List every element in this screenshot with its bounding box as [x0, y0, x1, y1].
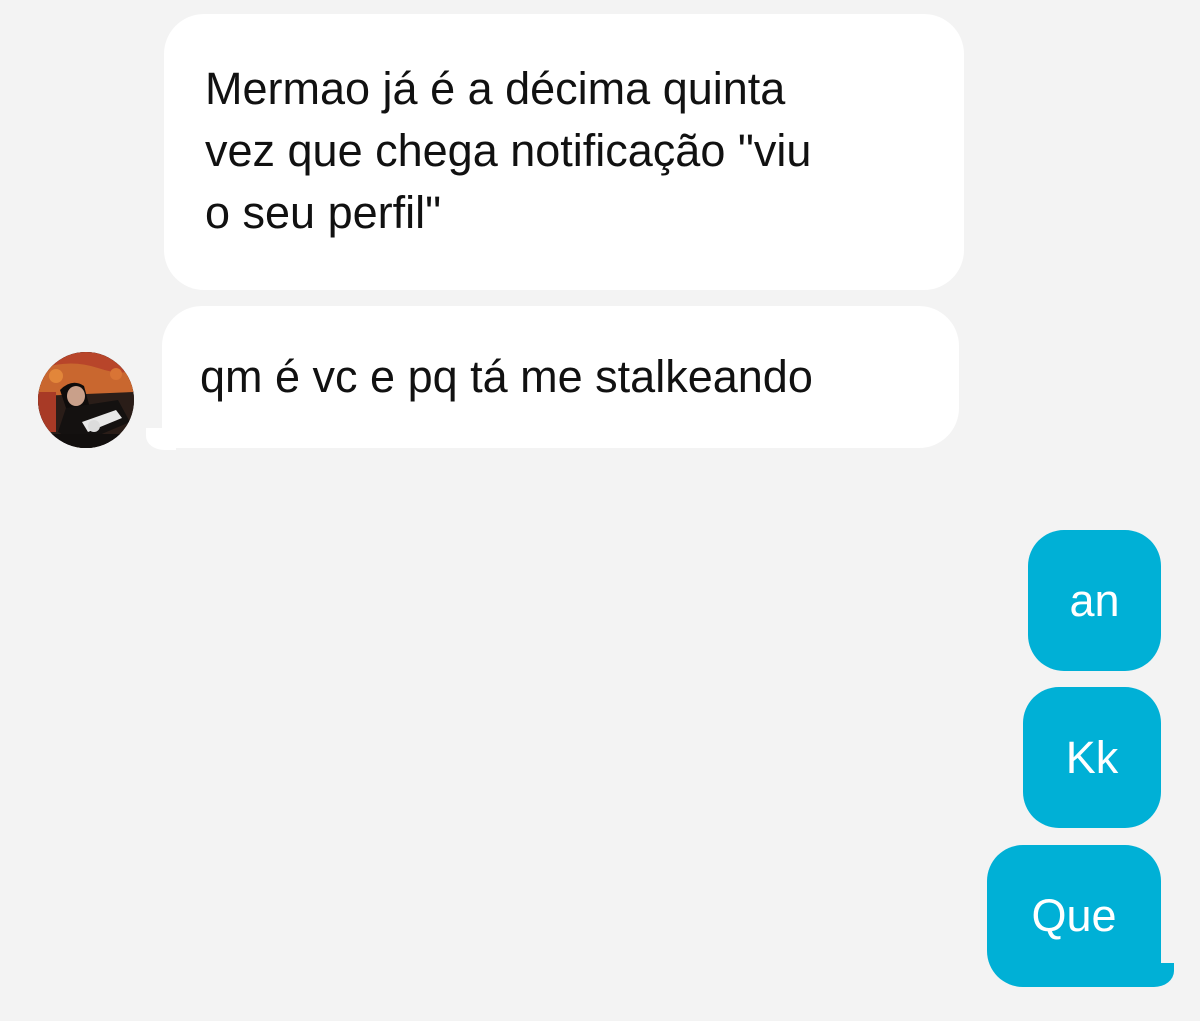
contact-avatar[interactable]	[38, 352, 134, 448]
message-text: qm é vc e pq tá me stalkeando	[200, 351, 813, 402]
message-text: an	[1069, 575, 1120, 626]
incoming-message-bubble[interactable]: qm é vc e pq tá me stalkeando	[162, 306, 959, 448]
message-text: Mermao já é a décima quinta vez que cheg…	[205, 63, 812, 238]
message-text: Kk	[1065, 732, 1119, 783]
incoming-message-bubble[interactable]: Mermao já é a décima quinta vez que cheg…	[164, 14, 964, 290]
outgoing-message-bubble[interactable]: Kk	[1023, 687, 1161, 828]
avatar-photo	[38, 352, 134, 448]
outgoing-message-bubble[interactable]: Que	[987, 845, 1161, 987]
message-text: Que	[1031, 890, 1117, 941]
outgoing-message-bubble[interactable]: an	[1028, 530, 1161, 671]
